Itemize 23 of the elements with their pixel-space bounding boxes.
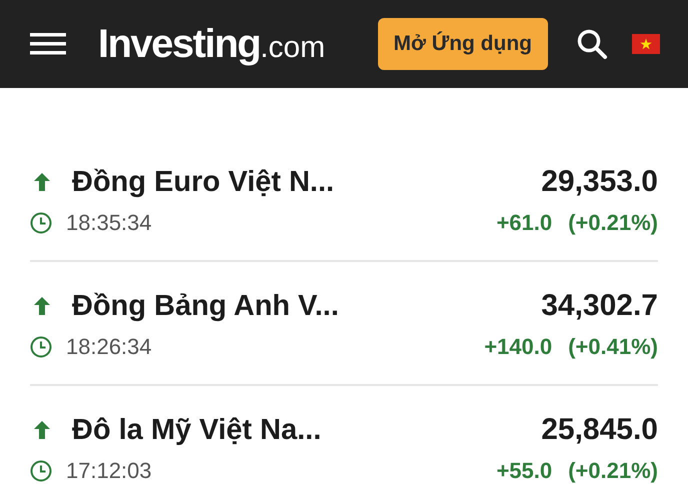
update-time: 18:26:34 [66, 334, 152, 360]
instrument-name[interactable]: Đồng Bảng Anh V... [72, 290, 339, 322]
site-logo[interactable]: Investing.com [98, 22, 326, 66]
clock-icon [30, 336, 52, 358]
instrument-name[interactable]: Đồng Euro Việt N... [72, 166, 334, 198]
flag-icon[interactable] [632, 34, 660, 54]
update-time: 18:35:34 [66, 210, 152, 236]
open-app-button[interactable]: Mở Ứng dụng [378, 18, 548, 70]
price-change: +140.0 [484, 334, 552, 360]
percent-change: (+0.21%) [568, 210, 658, 236]
price: 34,302.7 [541, 289, 658, 323]
price: 25,845.0 [541, 413, 658, 447]
percent-change: (+0.41%) [568, 334, 658, 360]
price: 29,353.0 [541, 165, 658, 199]
clock-icon [30, 460, 52, 482]
clock-icon [30, 212, 52, 234]
percent-change: (+0.21%) [568, 458, 658, 484]
search-icon[interactable] [576, 28, 608, 60]
instrument-name[interactable]: Đô la Mỹ Việt Na... [72, 414, 322, 446]
price-change: +61.0 [496, 210, 552, 236]
menu-icon[interactable] [30, 32, 66, 56]
price-change: +55.0 [496, 458, 552, 484]
update-time: 17:12:03 [66, 458, 152, 484]
